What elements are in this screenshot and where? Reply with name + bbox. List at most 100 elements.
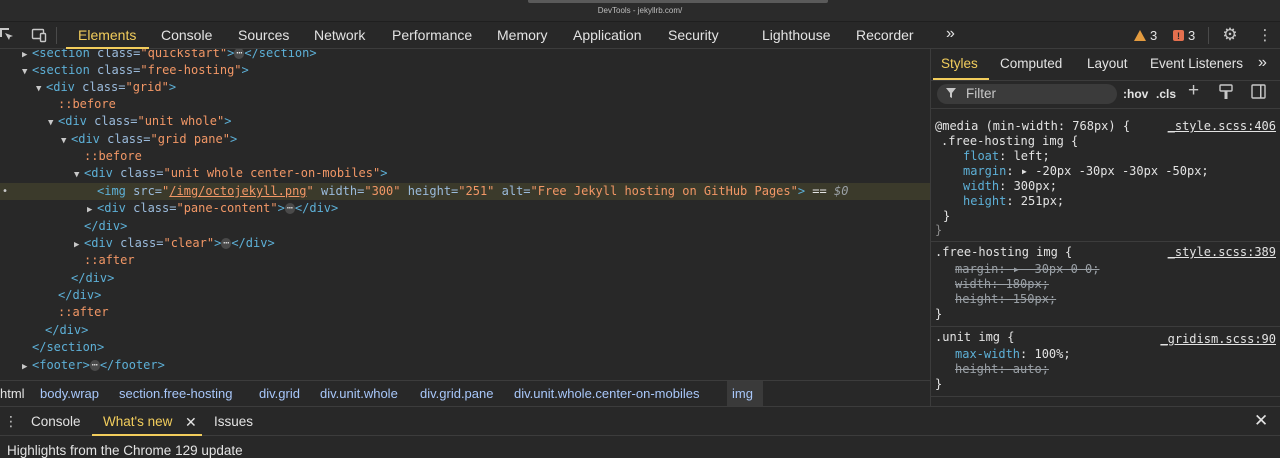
breadcrumb-item-div-unit-whole[interactable]: div.unit.whole [320, 386, 398, 401]
more-options-kebab-icon[interactable]: ⋮ [1256, 27, 1274, 44]
collapsed-ellipsis[interactable]: ⋯ [234, 49, 245, 59]
breadcrumb-item-section[interactable]: section.free-hosting [119, 386, 232, 401]
rule-close-brace: } [943, 209, 951, 223]
media-query: @media (min-width: 768px) { [935, 119, 1131, 133]
dom-node-div-pane-content[interactable]: ▶ <div class="pane-content"> ⋯ </div> [0, 200, 930, 217]
dom-node-div-unit-whole[interactable]: ▼ <div class="unit whole"> [0, 113, 930, 130]
breadcrumb-item-html[interactable]: html [0, 386, 25, 401]
rule-separator [931, 326, 1280, 327]
overridden-style-property[interactable]: height: auto; [955, 362, 1049, 377]
dom-node-close-div[interactable]: </div> [0, 218, 930, 235]
breadcrumb-item-img[interactable]: img [732, 386, 753, 401]
paint-brush-icon[interactable] [1219, 84, 1233, 105]
dom-node-before[interactable]: ::before [0, 96, 930, 113]
filter-placeholder: Filter [966, 86, 996, 101]
img-src-link[interactable]: /img/octojekyll.png [169, 184, 306, 198]
drawer-menu-kebab-icon[interactable]: ⋮ [4, 413, 18, 430]
tab-memory[interactable]: Memory [497, 27, 548, 43]
rule-selector[interactable]: .free-hosting img { [935, 245, 1072, 260]
expand-triangle-icon[interactable]: ▶ [87, 202, 97, 219]
drawer-tab-issues[interactable]: Issues [214, 414, 253, 429]
tab-computed[interactable]: Computed [1000, 56, 1062, 71]
tab-application[interactable]: Application [573, 27, 642, 43]
tab-layout[interactable]: Layout [1087, 56, 1128, 71]
breadcrumb-item-body[interactable]: body.wrap [40, 386, 99, 401]
elements-dom-tree: ▶ <section class="quickstart"> ⋯ </section>… [0, 49, 930, 380]
rule-close-brace: } [935, 377, 943, 391]
dom-node-before[interactable]: ::before [0, 148, 930, 165]
filter-border [931, 108, 1280, 109]
tab-lighthouse[interactable]: Lighthouse [762, 27, 831, 43]
tab-styles[interactable]: Styles [941, 56, 978, 71]
close-tab-icon[interactable]: ✕ [185, 414, 197, 431]
collapsed-ellipsis[interactable]: ⋯ [89, 360, 100, 371]
dom-node-section-quickstart[interactable]: ▶ <section class="quickstart"> ⋯ </section> [0, 49, 930, 62]
dom-node-div-grid[interactable]: ▼ <div class="grid"> [0, 79, 930, 96]
errors-count: 3 [1188, 28, 1196, 43]
rule-selector[interactable]: .unit img { [935, 330, 1014, 345]
collapse-triangle-icon[interactable]: ▼ [74, 167, 84, 184]
tab-sources[interactable]: Sources [238, 27, 289, 43]
collapsed-ellipsis[interactable]: ⋯ [221, 238, 232, 249]
close-drawer-icon[interactable]: ✕ [1254, 411, 1268, 431]
breadcrumb-item-div-grid-pane[interactable]: div.grid.pane [420, 386, 493, 401]
style-property[interactable]: margin: ▸ -20px -30px -30px -50px; [963, 164, 1209, 179]
toggle-classes-button[interactable]: .cls [1156, 87, 1176, 101]
tab-recorder[interactable]: Recorder [856, 27, 914, 43]
drawer-tab-whats-new[interactable]: What's new [103, 414, 172, 429]
whats-new-headline: Highlights from the Chrome 129 update [7, 443, 243, 458]
dom-node-div-clear[interactable]: ▶ <div class="clear"> ⋯ </div> [0, 235, 930, 252]
dom-node-img-selected[interactable]: • <img src="/img/octojekyll.png" width="3… [0, 183, 930, 201]
styles-filter-input[interactable] [937, 84, 1117, 104]
expand-triangle-icon[interactable]: ▶ [22, 359, 32, 376]
style-property[interactable]: width: 300px; [963, 179, 1057, 194]
whats-new-panel: Highlights from the Chrome 129 update [0, 436, 1280, 458]
breadcrumb-item-div-grid[interactable]: div.grid [259, 386, 300, 401]
dom-node-after[interactable]: ::after [0, 252, 930, 269]
dom-node-section-free-hosting[interactable]: ▼ <section class="free-hosting"> [0, 62, 930, 79]
tab-security[interactable]: Security [668, 27, 719, 43]
toggle-hover-state-button[interactable]: :hov [1123, 87, 1148, 101]
new-style-rule-plus-icon[interactable]: + [1188, 80, 1199, 102]
dom-node-close-div[interactable]: </div> [0, 270, 930, 287]
tab-elements[interactable]: Elements [78, 27, 136, 43]
tab-console[interactable]: Console [161, 27, 212, 43]
drawer-tab-console[interactable]: Console [31, 414, 81, 429]
overridden-style-property[interactable]: height: 150px; [955, 292, 1056, 307]
rule-source-link[interactable]: _style.scss:406 [1168, 119, 1276, 134]
style-property[interactable]: float: left; [963, 149, 1050, 164]
errors-counter[interactable]: ! 3 [1173, 28, 1195, 43]
dom-node-footer[interactable]: ▶ <footer> ⋯ </footer> [0, 357, 930, 374]
dom-node-after[interactable]: ::after [0, 304, 930, 321]
rule-separator [931, 241, 1280, 242]
dom-node-close-div[interactable]: </div> [0, 287, 930, 304]
media-close-brace: } [935, 223, 943, 237]
tab-performance[interactable]: Performance [392, 27, 472, 43]
overridden-style-property[interactable]: margin: ▸ -30px 0 0; [955, 262, 1100, 277]
more-sidebar-tabs-icon[interactable]: » [1258, 54, 1267, 72]
rule-source-link[interactable]: _gridism.scss:90 [1160, 332, 1276, 347]
device-toolbar-icon[interactable] [30, 27, 48, 43]
rule-selector[interactable]: .free-hosting img { [941, 134, 1078, 149]
warnings-counter[interactable]: 3 [1134, 28, 1157, 43]
collapse-triangle-icon[interactable]: ▼ [48, 115, 58, 132]
drawer-tab-bar: ⋮ Console What's new ✕ Issues ✕ [0, 406, 1280, 436]
style-property[interactable]: height: 251px; [963, 194, 1064, 209]
dom-node-div-grid-pane[interactable]: ▼ <div class="grid pane"> [0, 131, 930, 148]
window-title: DevTools - jekyllrb.com/ [597, 6, 683, 15]
more-tabs-icon[interactable]: » [946, 25, 955, 43]
dom-node-div-unit-whole-center-on-mobiles[interactable]: ▼ <div class="unit whole center-on-mobile… [0, 165, 930, 182]
collapsed-ellipsis[interactable]: ⋯ [284, 203, 295, 214]
toolbar-separator [56, 27, 57, 44]
toggle-computed-sidebar-icon[interactable] [1251, 84, 1266, 104]
style-property[interactable]: max-width: 100%; [955, 347, 1071, 362]
dom-node-close-section[interactable]: </section> [0, 339, 930, 356]
breadcrumb-item-div-center-on-mobiles[interactable]: div.unit.whole.center-on-mobiles [514, 386, 699, 401]
dom-node-close-div[interactable]: </div> [0, 322, 930, 339]
overridden-style-property[interactable]: width: 180px; [955, 277, 1049, 292]
tab-network[interactable]: Network [314, 27, 365, 43]
settings-gear-icon[interactable]: ⚙ [1221, 25, 1239, 44]
rule-source-link[interactable]: _style.scss:389 [1168, 245, 1276, 260]
inspect-element-icon[interactable] [0, 27, 16, 43]
tab-event-listeners[interactable]: Event Listeners [1150, 56, 1243, 71]
